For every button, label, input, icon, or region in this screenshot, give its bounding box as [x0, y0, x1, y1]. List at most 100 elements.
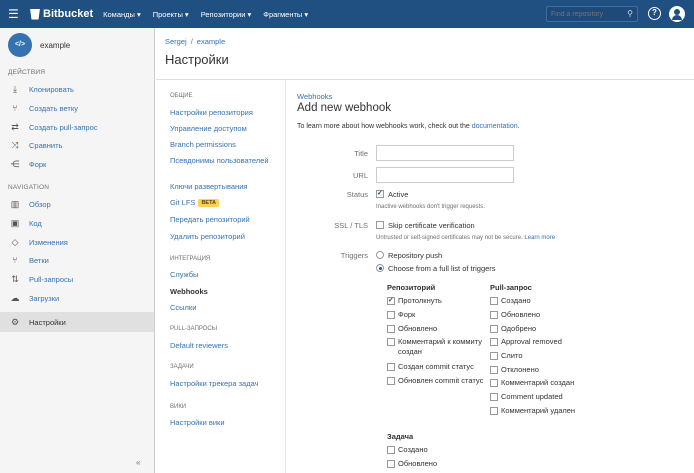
- sidebar-item-clone[interactable]: ⤓ Клонировать: [0, 80, 154, 98]
- nav-snippets[interactable]: Фрагменты ▾: [263, 10, 308, 19]
- title-input[interactable]: [376, 145, 514, 161]
- breadcrumb-repo[interactable]: example: [197, 37, 225, 46]
- settings-link-links[interactable]: Ссылки: [170, 303, 282, 313]
- user-avatar[interactable]: [669, 6, 685, 22]
- checkbox[interactable]: [387, 325, 395, 333]
- ssl-option[interactable]: Skip certificate verification: [376, 221, 475, 230]
- url-label: URL: [352, 171, 368, 180]
- settings-link-branch-permissions[interactable]: Branch permissions: [170, 140, 282, 150]
- sidebar-item-overview[interactable]: ▥ Обзор: [0, 195, 154, 213]
- choose-radio[interactable]: [376, 264, 384, 272]
- nav-repositories[interactable]: Репозитории ▾: [201, 10, 252, 19]
- checkbox[interactable]: [490, 352, 498, 360]
- event-repo-commit-comment[interactable]: Комментарий к коммиту создан: [387, 337, 487, 357]
- event-pr-approved[interactable]: Одобрено: [490, 324, 536, 334]
- event-repo-push[interactable]: Протолкнуть: [387, 296, 442, 306]
- sidebar-item-commits[interactable]: ◇ Изменения: [0, 233, 154, 251]
- settings-link-default-reviewers[interactable]: Default reviewers: [170, 341, 282, 351]
- event-issue-created[interactable]: Создано: [387, 445, 428, 455]
- event-pr-declined[interactable]: Отклонено: [490, 365, 539, 375]
- checkbox[interactable]: [387, 296, 395, 306]
- event-repo-build-updated[interactable]: Обновлен commit статус: [387, 376, 483, 386]
- status-active-option[interactable]: Active: [376, 189, 408, 199]
- checkbox[interactable]: [387, 311, 395, 319]
- sidebar-item-source[interactable]: ▣ Код: [0, 214, 154, 232]
- breadcrumb-user[interactable]: Sergej: [165, 37, 187, 46]
- sidebar-item-label: Загрузки: [29, 293, 60, 303]
- event-pr-comment-deleted[interactable]: Комментарий удален: [490, 406, 575, 416]
- settings-link-services[interactable]: Службы: [170, 270, 282, 280]
- event-pr-comment-updated[interactable]: Comment updated: [490, 392, 563, 402]
- sidebar-item-label: Настройки: [29, 317, 66, 327]
- settings-section-integration: ИНТЕГРАЦИЯ: [170, 256, 211, 262]
- documentation-link[interactable]: documentation: [472, 123, 518, 130]
- event-pr-created[interactable]: Создано: [490, 296, 531, 306]
- event-issue-updated[interactable]: Обновлено: [387, 459, 437, 469]
- event-repo-fork[interactable]: Форк: [387, 310, 415, 320]
- bitbucket-logo[interactable]: Bitbucket: [30, 8, 93, 20]
- checkbox[interactable]: [490, 338, 498, 346]
- event-pr-approval-removed[interactable]: Approval removed: [490, 337, 562, 347]
- event-pr-comment-created[interactable]: Комментарий создан: [490, 378, 574, 388]
- checkbox[interactable]: [387, 363, 395, 371]
- gear-icon: ⚙: [10, 316, 20, 327]
- checkbox[interactable]: [490, 366, 498, 374]
- settings-link-webhooks[interactable]: Webhooks: [170, 287, 282, 297]
- trigger-choose-option[interactable]: Choose from a full list of triggers: [376, 264, 496, 273]
- settings-link-wiki[interactable]: Настройки вики: [170, 418, 282, 428]
- event-pr-merged[interactable]: Слито: [490, 351, 523, 361]
- checkbox[interactable]: [490, 297, 498, 305]
- checkbox[interactable]: [387, 446, 395, 454]
- event-repo-updated[interactable]: Обновлено: [387, 324, 437, 334]
- settings-link-access[interactable]: Управление доступом: [170, 124, 282, 134]
- active-checkbox[interactable]: [376, 189, 384, 198]
- sidebar-item-downloads[interactable]: ☁ Загрузки: [0, 289, 154, 307]
- top-nav: Команды ▾ Проекты ▾ Репозитории ▾ Фрагме…: [103, 10, 320, 19]
- sidebar-item-create-pull-request[interactable]: ⇄ Создать pull-запрос: [0, 118, 154, 136]
- settings-link-delete[interactable]: Удалить репозиторий: [170, 232, 282, 242]
- skip-verification-checkbox[interactable]: [376, 221, 384, 229]
- repo-header[interactable]: </> example: [8, 33, 70, 57]
- form-breadcrumb[interactable]: Webhooks: [297, 92, 332, 101]
- checkbox[interactable]: [490, 379, 498, 387]
- sidebar-item-label: Pull-запросы: [29, 274, 74, 284]
- sidebar-item-fork[interactable]: ⋲ Форк: [0, 155, 154, 173]
- push-radio[interactable]: [376, 251, 384, 259]
- nav-teams[interactable]: Команды ▾: [103, 10, 141, 19]
- settings-link-deployment-keys[interactable]: Ключи развертывания: [170, 182, 282, 192]
- search-input[interactable]: [547, 7, 621, 21]
- settings-link-issue-tracker[interactable]: Настройки трекера задач: [170, 379, 282, 389]
- checkbox[interactable]: [387, 460, 395, 468]
- sidebar-item-compare[interactable]: ⤨ Сравнить: [0, 136, 154, 154]
- event-pr-updated[interactable]: Обновлено: [490, 310, 540, 320]
- search-icon[interactable]: ⚲: [627, 9, 633, 18]
- push-label: Repository push: [388, 251, 443, 260]
- learn-more-link[interactable]: Learn more: [524, 235, 555, 241]
- sidebar-item-create-branch[interactable]: ⑂ Создать ветку: [0, 99, 154, 117]
- sidebar-item-pull-requests[interactable]: ⇅ Pull-запросы: [0, 270, 154, 288]
- settings-link-transfer[interactable]: Передать репозиторий: [170, 215, 282, 225]
- checkbox[interactable]: [490, 393, 498, 401]
- sidebar-item-label: Изменения: [29, 237, 68, 247]
- sidebar-item-settings[interactable]: ⚙ Настройки: [0, 312, 154, 332]
- trigger-push-option[interactable]: Repository push: [376, 251, 442, 260]
- settings-link-git-lfs[interactable]: Git LFS BETA: [170, 198, 282, 208]
- collapse-sidebar-icon[interactable]: «: [136, 458, 140, 467]
- help-icon[interactable]: ?: [648, 7, 661, 20]
- settings-link-repo-details[interactable]: Настройки репозитория: [170, 108, 282, 118]
- checkbox[interactable]: [490, 407, 498, 415]
- settings-link-user-aliases[interactable]: Псевдонимы пользователей: [170, 156, 282, 166]
- event-repo-build-created[interactable]: Создан commit статус: [387, 362, 474, 372]
- url-input[interactable]: [376, 167, 514, 183]
- status-label: Status: [346, 190, 368, 199]
- download-icon: ⤓: [13, 83, 17, 94]
- sidebar-item-branches[interactable]: ⑂ Ветки: [0, 251, 154, 269]
- nav-projects[interactable]: Проекты ▾: [153, 10, 189, 19]
- checkbox[interactable]: [387, 338, 395, 346]
- triggers-label: Triggers: [340, 251, 368, 260]
- sidebar-item-label: Сравнить: [29, 140, 63, 150]
- checkbox[interactable]: [490, 325, 498, 333]
- checkbox[interactable]: [490, 311, 498, 319]
- menu-icon[interactable]: ☰: [8, 7, 26, 21]
- checkbox[interactable]: [387, 377, 395, 385]
